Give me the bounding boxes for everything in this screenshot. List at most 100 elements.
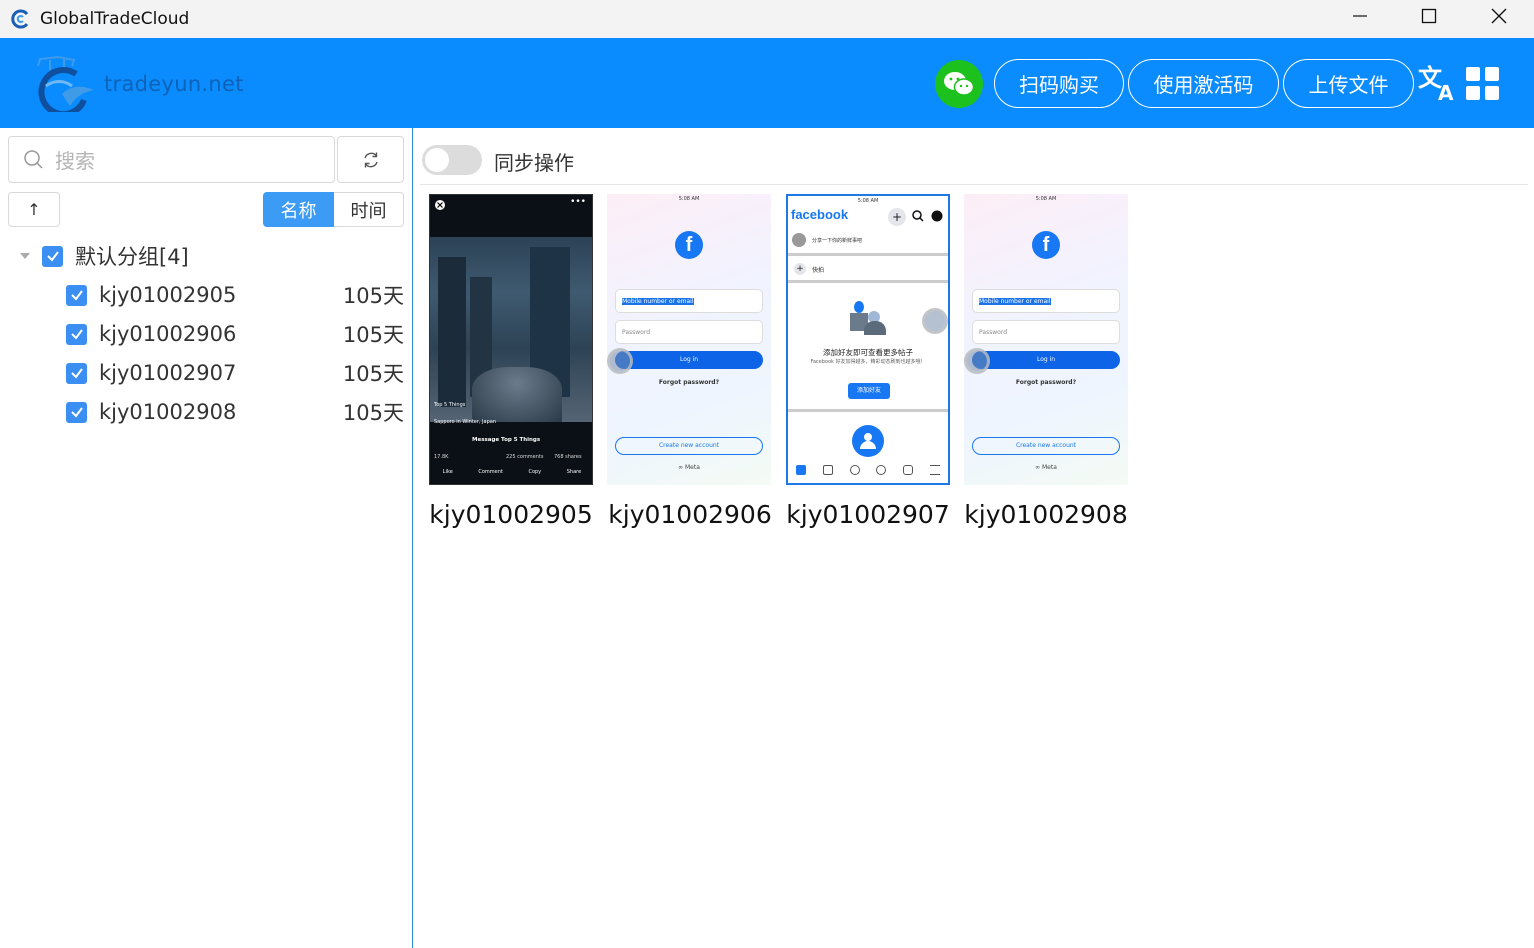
device-tree-item[interactable]: kjy01002905 105天 bbox=[66, 280, 412, 310]
wechat-icon bbox=[944, 72, 975, 96]
sort-by-name-tab[interactable]: 名称 bbox=[263, 192, 334, 227]
add-friends-button: 添加好友 bbox=[848, 383, 890, 399]
plus-icon: + bbox=[794, 263, 806, 275]
video-location: Sapporo in Winter, Japan bbox=[434, 419, 496, 425]
device-name: kjy01002905 bbox=[99, 283, 237, 307]
device-screen[interactable]: ••• Top 5 Things Sapporo in Winter, Japa… bbox=[429, 194, 593, 485]
notifications-icon bbox=[902, 465, 913, 475]
status-bar-time: 5:08 AM bbox=[678, 196, 700, 202]
check-icon bbox=[70, 368, 83, 379]
video-action-bar: Like Comment Copy Share bbox=[430, 469, 592, 475]
app-logo-icon bbox=[11, 9, 29, 29]
sync-label: 同步操作 bbox=[494, 151, 574, 175]
more-icon[interactable]: ••• bbox=[570, 197, 586, 207]
bottom-nav-bar bbox=[788, 465, 948, 475]
device-name: kjy01002906 bbox=[99, 322, 237, 346]
suggest-title: 添加好友即可查看更多帖子 bbox=[823, 348, 913, 357]
device-label: kjy01002908 bbox=[964, 500, 1128, 529]
maximize-button[interactable] bbox=[1394, 0, 1464, 32]
grid-view-button[interactable] bbox=[1466, 67, 1500, 101]
floating-assist-icon bbox=[922, 308, 948, 334]
activation-code-button[interactable]: 使用激活码 bbox=[1128, 59, 1279, 108]
maximize-icon bbox=[1421, 8, 1437, 24]
messenger-icon bbox=[931, 210, 943, 222]
sort-direction-button[interactable]: ↑ bbox=[8, 192, 60, 227]
create-account-button: Create new account bbox=[972, 437, 1120, 455]
search-icon bbox=[24, 149, 43, 169]
floating-assist-icon bbox=[607, 348, 633, 374]
upload-file-button[interactable]: 上传文件 bbox=[1283, 59, 1414, 108]
minimize-button[interactable] bbox=[1325, 0, 1395, 32]
home-icon bbox=[796, 465, 807, 475]
suggest-body: Facebook 好友加得越多，精彩动态刷到也越多哦！ bbox=[810, 359, 926, 365]
reels-label: 快拍 bbox=[812, 267, 825, 274]
phone-field: Mobile number or email bbox=[972, 289, 1120, 313]
facebook-logo-icon: f bbox=[1032, 231, 1060, 259]
friends-illustration bbox=[850, 301, 886, 335]
sidebar: 搜索 ↑ 名称 时间 默认分组[4] kjy01002905 105天 kjy0… bbox=[0, 128, 412, 948]
refresh-button[interactable] bbox=[337, 136, 404, 183]
comment-action: Comment bbox=[478, 469, 503, 475]
reaction-count: 17.8K bbox=[434, 454, 449, 460]
status-bar-time: 5:08 AM bbox=[1035, 196, 1057, 202]
video-frame bbox=[430, 237, 592, 422]
check-icon bbox=[70, 290, 83, 301]
device-tree-item[interactable]: kjy01002906 105天 bbox=[66, 319, 412, 349]
groups-icon bbox=[852, 425, 884, 457]
device-tree-item[interactable]: kjy01002908 105天 bbox=[66, 397, 412, 427]
close-icon[interactable] bbox=[434, 199, 446, 211]
close-icon bbox=[1491, 8, 1507, 24]
plus-icon: + bbox=[888, 208, 906, 226]
device-checkbox[interactable] bbox=[66, 362, 87, 384]
device-label: kjy01002906 bbox=[608, 500, 772, 529]
group-node[interactable]: 默认分组[4] bbox=[18, 241, 408, 271]
floating-assist-icon bbox=[964, 348, 990, 374]
device-name: kjy01002908 bbox=[99, 400, 237, 424]
translate-icon: 文 A bbox=[1418, 64, 1454, 105]
language-button[interactable]: 文 A bbox=[1418, 62, 1460, 105]
comment-count: 225 comments bbox=[506, 454, 544, 460]
device-screen[interactable]: 5:08 AM f Mobile number or email Passwor… bbox=[964, 194, 1128, 485]
sort-by-time-tab[interactable]: 时间 bbox=[334, 192, 404, 227]
caret-down-icon[interactable] bbox=[18, 249, 32, 263]
composer-prompt: 分享一下你的新鲜事吧 bbox=[812, 238, 863, 244]
password-field: Password bbox=[972, 320, 1120, 344]
device-screen[interactable]: 5:08 AM facebook + 分享一下你的新鲜事吧 + 快拍 添加好友即… bbox=[786, 194, 950, 485]
sync-toggle[interactable] bbox=[422, 145, 482, 175]
minimize-icon bbox=[1353, 15, 1367, 17]
grid-icon bbox=[1466, 67, 1499, 100]
window-title: GlobalTradeCloud bbox=[40, 9, 190, 29]
meta-logo: ∞ Meta bbox=[678, 464, 700, 471]
share-action: Share bbox=[566, 469, 582, 475]
login-button: Log in bbox=[615, 351, 763, 369]
search-icon bbox=[912, 210, 924, 222]
brand-logo bbox=[37, 56, 94, 112]
wechat-button[interactable] bbox=[935, 60, 983, 108]
check-icon bbox=[70, 407, 83, 418]
device-days-remaining: 105天 bbox=[342, 284, 404, 308]
search-input[interactable]: 搜索 bbox=[8, 136, 335, 183]
group-label: 默认分组[4] bbox=[75, 245, 189, 269]
facebook-logo-icon: f bbox=[675, 231, 703, 259]
device-days-remaining: 105天 bbox=[342, 323, 404, 347]
group-checkbox[interactable] bbox=[42, 245, 63, 267]
meta-logo: ∞ Meta bbox=[1035, 464, 1057, 471]
app-header: tradeyun.net 扫码购买 使用激活码 上传文件 文 A bbox=[0, 38, 1534, 128]
toolbar-divider bbox=[420, 184, 1528, 185]
close-button[interactable] bbox=[1464, 0, 1534, 32]
device-checkbox[interactable] bbox=[66, 284, 87, 306]
window-titlebar: GlobalTradeCloud bbox=[0, 0, 1534, 38]
device-checkbox[interactable] bbox=[66, 323, 87, 345]
menu-icon bbox=[929, 465, 940, 475]
device-label: kjy01002907 bbox=[786, 500, 950, 529]
like-action: Like bbox=[442, 469, 453, 475]
device-name: kjy01002907 bbox=[99, 361, 237, 385]
device-checkbox[interactable] bbox=[66, 401, 87, 423]
video-tag: Top 5 Things bbox=[434, 402, 466, 408]
panel-divider[interactable] bbox=[412, 128, 413, 948]
forgot-link: Forgot password? bbox=[1015, 379, 1077, 386]
device-screen[interactable]: 5:08 AM f Mobile number or email Passwor… bbox=[607, 194, 771, 485]
avatar bbox=[792, 233, 806, 247]
device-tree-item[interactable]: kjy01002907 105天 bbox=[66, 358, 412, 388]
scan-buy-button[interactable]: 扫码购买 bbox=[994, 59, 1124, 108]
